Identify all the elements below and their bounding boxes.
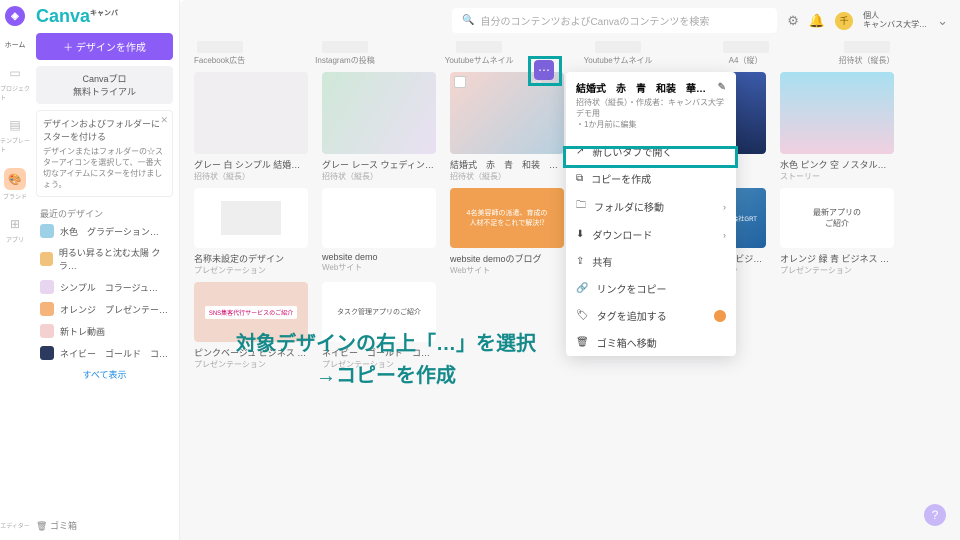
category-row: Facebook広告 Instagramの投稿 Youtubeサムネイル You… [180, 41, 960, 66]
recent-item[interactable]: 水色 グラデーション… [36, 220, 173, 242]
menu-title: 結婚式 赤 青 和装 華… ✎ [566, 72, 736, 97]
apps-label: アプリ [6, 235, 24, 244]
trash-link[interactable]: 🗑 ゴミ箱 [36, 519, 77, 532]
design-card[interactable]: 4名美容師の派遣、育成の人材不足をこれで解決⁉website demoのブログW… [450, 188, 564, 276]
close-tip-icon[interactable]: ✕ [160, 115, 168, 126]
tip-title: デザインおよびフォルダーにスターを付ける [43, 117, 166, 143]
menu-move-folder[interactable]: 🗀フォルダに移動› [566, 192, 736, 221]
chevron-right-icon: › [723, 202, 726, 212]
templates-label: テンプレート [0, 136, 30, 154]
design-card[interactable]: グレー レース ウェディング…招待状（縦長） [322, 72, 436, 182]
sidebar: Canvaキャンバ ＋ デザインを作成 Canvaプロ 無料トライアル ✕ デザ… [30, 0, 180, 540]
menu-subtitle: 招待状（縦長）・作成者：キャンバス大学デモ用 ・1か月前に編集 [566, 97, 736, 138]
category-item[interactable]: A4（縦） [723, 41, 769, 66]
highlight-copy-item [563, 146, 738, 168]
home-label: ホーム [5, 40, 26, 50]
pro-line2: 無料トライアル [42, 85, 167, 98]
recent-item[interactable]: オレンジ プレゼンテー… [36, 298, 173, 320]
pro-line1: Canvaプロ [42, 72, 167, 85]
recent-item[interactable]: 新トレ動画 [36, 320, 173, 342]
design-card[interactable]: website demoWebサイト [322, 188, 436, 276]
design-card[interactable]: グレー 白 シンプル 結婚式 招…招待状（縦長） [194, 72, 308, 182]
create-design-button[interactable]: ＋ デザインを作成 [36, 33, 173, 60]
design-card[interactable]: 水色 ピンク 空 ノスタルジッ…ストーリー [780, 72, 894, 182]
tip-box: ✕ デザインおよびフォルダーにスターを付ける デザインまたはフォルダーの☆スター… [36, 110, 173, 197]
canva-logo[interactable]: Canvaキャンバ [36, 6, 118, 27]
templates-icon[interactable]: ▤ [6, 116, 24, 134]
menu-download[interactable]: ⬇ダウンロード› [566, 221, 736, 248]
menu-trash[interactable]: 🗑ゴミ箱へ移動 [566, 329, 736, 356]
more-button[interactable]: ⋯ [534, 60, 554, 80]
search-icon: 🔍 [462, 15, 474, 26]
projects-label: プロジェクト [0, 84, 30, 102]
category-item[interactable]: Facebook広告 [194, 41, 245, 66]
search-placeholder: 自分のコンテンツおよびCanvaのコンテンツを検索 [480, 13, 709, 28]
top-icons: ⚙ 🔔 千 個人 キャンバス大学… ⌄ [787, 12, 948, 30]
see-all-link[interactable]: すべて表示 [36, 368, 173, 381]
gear-icon[interactable]: ⚙ [787, 13, 799, 29]
category-item[interactable]: Youtubeサムネイル [445, 41, 514, 66]
apps-icon[interactable]: ⊞ [6, 215, 24, 233]
category-item[interactable]: Youtubeサムネイル [584, 41, 653, 66]
recent-item[interactable]: ネイビー ゴールド コ… [36, 342, 173, 364]
left-nav: ◈ ホーム ▭ プロジェクト ▤ テンプレート 🎨 ブランド ⊞ アプリ エディ… [0, 0, 30, 540]
design-card[interactable]: ☆ 結婚式 赤 青 和装 華や…招待状（縦長） [450, 72, 564, 182]
editor-label: エディター [0, 521, 30, 530]
menu-copy-link[interactable]: 🔗リンクをコピー [566, 275, 736, 302]
design-card[interactable]: 最新アプリのご紹介オレンジ 緑 青 ビジネス 企画…プレゼンテーション [780, 188, 894, 276]
brand-icon[interactable]: 🎨 [4, 168, 26, 190]
category-item[interactable]: Instagramの投稿 [315, 41, 375, 66]
instruction-callout: 対象デザインの右上「…」を選択 →コピーを作成 [236, 328, 536, 392]
pro-trial-box[interactable]: Canvaプロ 無料トライアル [36, 66, 173, 104]
recent-item[interactable]: シンプル コラージュ… [36, 276, 173, 298]
chevron-down-icon[interactable]: ⌄ [937, 13, 948, 29]
callout-line2: →コピーを作成 [236, 360, 536, 392]
new-badge [714, 310, 726, 322]
menu-add-tags[interactable]: 🏷タグを追加する [566, 302, 736, 329]
download-icon: ⬇ [576, 229, 584, 240]
callout-line1: 対象デザインの右上「…」を選択 [236, 328, 536, 360]
recent-item[interactable]: 明るい昇ると沈む太陽 クラ… [36, 242, 173, 276]
brand-label: ブランド [3, 192, 27, 201]
design-card[interactable]: 名称未設定のデザインプレゼンテーション [194, 188, 308, 276]
projects-icon[interactable]: ▭ [6, 64, 24, 82]
search-input[interactable]: 🔍 自分のコンテンツおよびCanvaのコンテンツを検索 [452, 8, 777, 33]
avatar[interactable]: 千 [835, 12, 853, 30]
rename-icon[interactable]: ✎ [718, 82, 726, 93]
app-icon[interactable]: ◈ [5, 6, 25, 26]
folder-icon: 🗀 [576, 198, 586, 215]
context-menu: 結婚式 赤 青 和装 華… ✎ 招待状（縦長）・作成者：キャンバス大学デモ用 ・… [566, 72, 736, 356]
link-icon: 🔗 [576, 283, 588, 294]
help-fab[interactable]: ? [924, 504, 946, 526]
tag-icon: 🏷 [576, 310, 589, 321]
menu-make-copy[interactable]: ⧉コピーを作成 [566, 165, 736, 192]
user-name[interactable]: 個人 キャンバス大学… [863, 12, 927, 30]
recent-heading: 最近のデザイン [36, 207, 173, 220]
tip-body: デザインまたはフォルダーの☆スターアイコンを選択して、一番大切なアイテムにスター… [43, 146, 166, 190]
menu-share[interactable]: ⇪共有 [566, 248, 736, 275]
share-icon: ⇪ [576, 256, 584, 267]
select-checkbox[interactable] [454, 76, 466, 88]
chevron-right-icon: › [723, 230, 726, 240]
trash-icon: 🗑 [576, 337, 589, 348]
copy-icon: ⧉ [576, 173, 583, 184]
category-item[interactable]: 招待状（縦長） [839, 41, 895, 66]
bell-icon[interactable]: 🔔 [809, 13, 825, 29]
topbar: 🔍 自分のコンテンツおよびCanvaのコンテンツを検索 ⚙ 🔔 千 個人 キャン… [180, 0, 960, 41]
